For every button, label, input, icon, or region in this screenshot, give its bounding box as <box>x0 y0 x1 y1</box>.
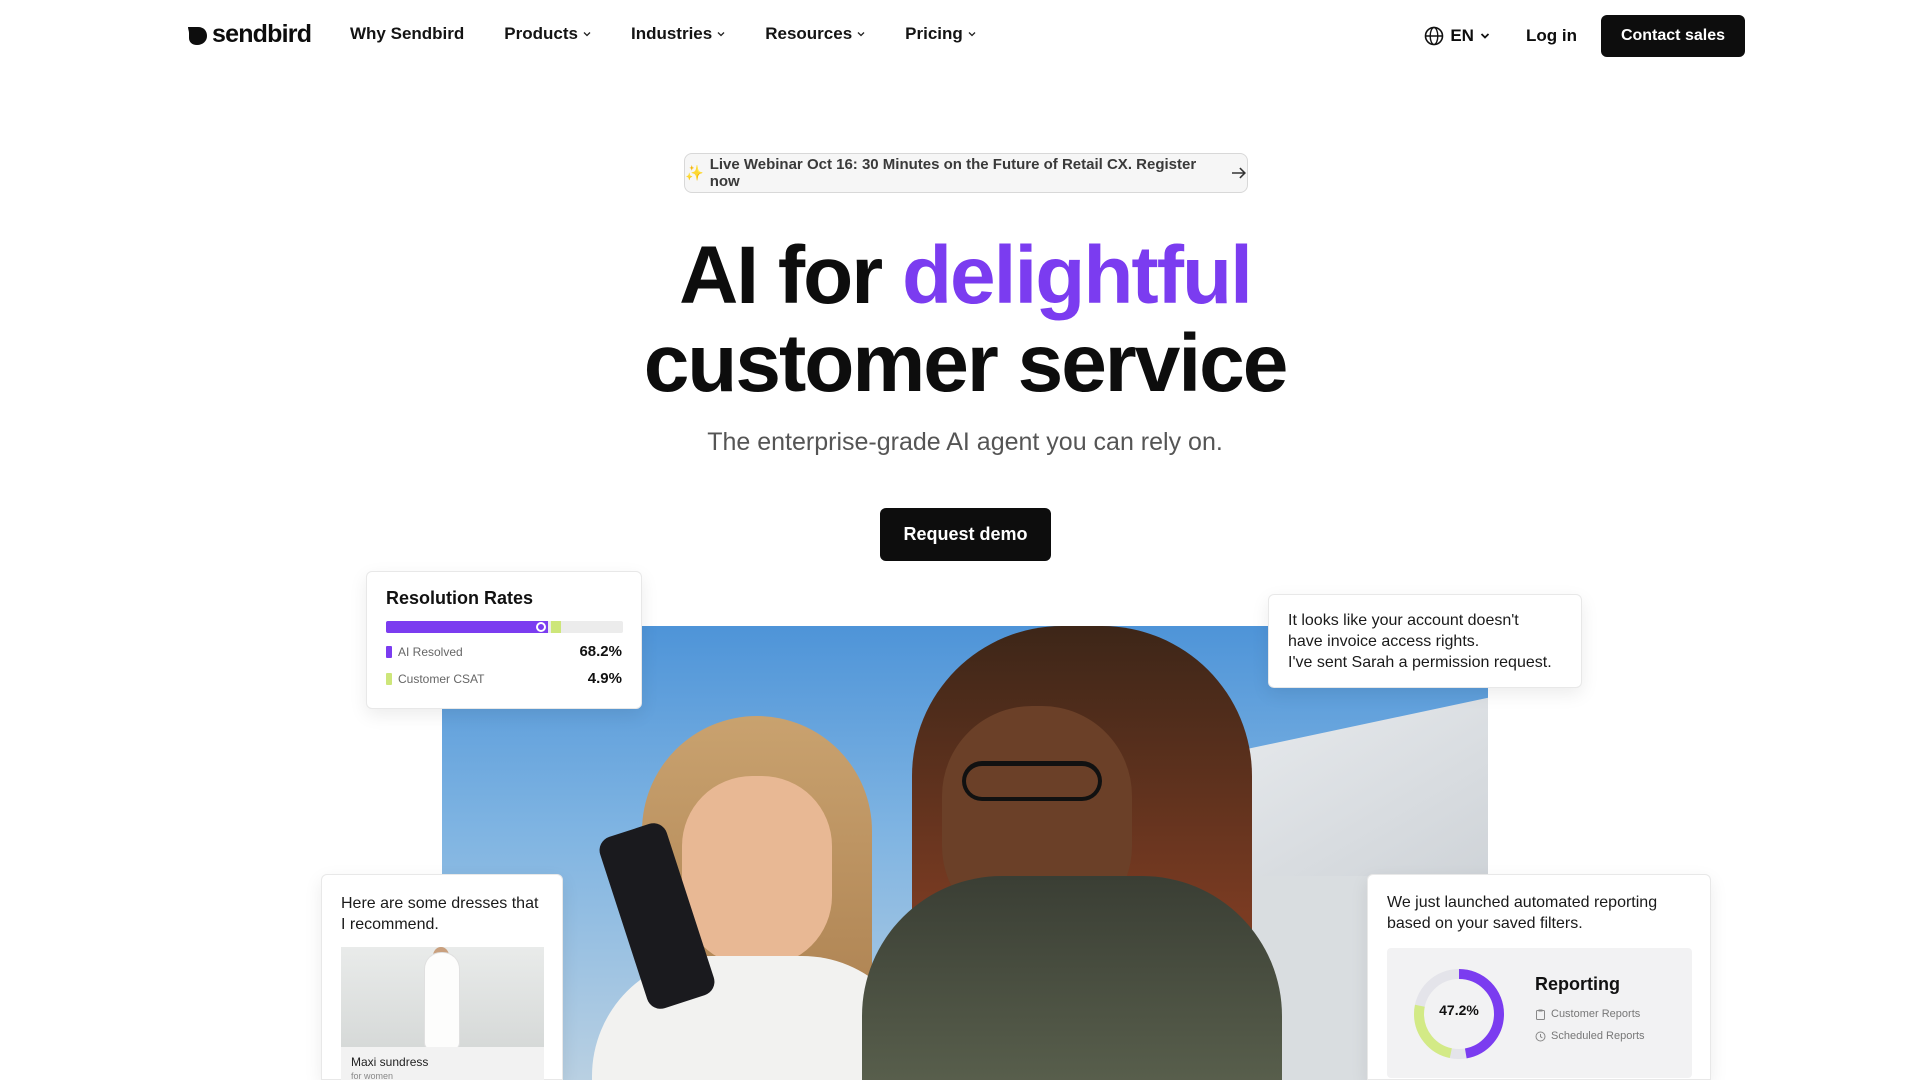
hero-title-part1: AI for <box>679 230 902 321</box>
reporting-value: 47.2% <box>1439 1002 1479 1018</box>
nav-why-sendbird[interactable]: Why Sendbird <box>350 24 464 44</box>
reporting-title: Reporting <box>1535 974 1620 994</box>
ai-resolved-value: 68.2% <box>579 643 622 660</box>
reporting-card: We just launched automated reporting bas… <box>1367 874 1711 1080</box>
resolution-rates-card: Resolution Rates AI Resolved 68.2% Custo… <box>366 571 642 709</box>
hero-title-accent: delightful <box>901 230 1253 321</box>
webinar-banner-text: Live Webinar Oct 16: 30 Minutes on the F… <box>709 156 1197 190</box>
customer-reports-item[interactable]: Customer Reports <box>1535 1008 1640 1020</box>
sparkles-icon: ✨ <box>685 165 704 182</box>
product-name: Maxi sundress <box>351 1055 429 1069</box>
nav-why-sendbird-label: Why Sendbird <box>350 24 465 43</box>
nav-right: EN Log in Contact sales <box>1424 15 1745 57</box>
dress-message-line-1: Here are some dresses that <box>341 895 539 912</box>
top-navigation: sendbird Why Sendbird Products Industrie… <box>0 0 1920 72</box>
scheduled-reports-label: Scheduled Reports <box>1551 1030 1645 1042</box>
globe-icon <box>1425 26 1444 46</box>
dress-message-line-2: I recommend. <box>341 916 439 933</box>
reporting-widget: 47.2% Reporting Customer Reports Schedul… <box>1387 948 1692 1078</box>
hero-subtitle: The enterprise-grade AI agent you can re… <box>707 428 1223 456</box>
account-message-line-1: It looks like your account doesn't <box>1288 612 1519 629</box>
hero-title: AI for delightful customer service <box>0 232 1920 408</box>
legend-ai-resolved: AI Resolved 68.2% <box>386 643 622 660</box>
account-message-card: It looks like your account doesn't have … <box>1268 594 1582 688</box>
request-demo-button[interactable]: Request demo <box>880 508 1051 561</box>
login-link[interactable]: Log in <box>1526 26 1577 46</box>
language-selector[interactable]: EN <box>1424 26 1490 46</box>
nav-industries-label: Industries <box>630 24 713 43</box>
resolution-rates-title: Resolution Rates <box>386 588 534 608</box>
sendbird-logo-icon <box>188 26 207 45</box>
legend-customer-csat: Customer CSAT 4.9% <box>386 670 622 687</box>
nav-products[interactable]: Products <box>504 24 591 44</box>
customer-csat-value: 4.9% <box>587 670 622 687</box>
chevron-down-icon <box>1480 33 1490 39</box>
resolution-progress-bar <box>386 621 623 633</box>
nav-pricing-label: Pricing <box>905 24 963 43</box>
sendbird-logo[interactable]: sendbird <box>186 20 312 49</box>
customer-reports-label: Customer Reports <box>1551 1008 1641 1020</box>
chevron-down-icon <box>857 32 865 37</box>
clock-icon <box>1535 1031 1546 1041</box>
webinar-banner[interactable]: ✨ Live Webinar Oct 16: 30 Minutes on the… <box>684 153 1248 193</box>
nav-resources[interactable]: Resources <box>765 24 865 44</box>
nav-products-label: Products <box>504 24 578 43</box>
nav-industries[interactable]: Industries <box>631 24 725 44</box>
account-message-line-3: I've sent Sarah a permission request. <box>1288 654 1552 671</box>
chevron-down-icon <box>968 32 976 37</box>
chevron-down-icon <box>583 32 591 37</box>
reporting-message-line-2: based on your saved filters. <box>1387 915 1583 932</box>
chevron-down-icon <box>717 32 725 37</box>
scheduled-reports-item[interactable]: Scheduled Reports <box>1535 1030 1645 1042</box>
clipboard-icon <box>1536 1009 1545 1020</box>
dress-recommendation-card: Here are some dresses that I recommend. … <box>321 874 563 1080</box>
brand-name: sendbird <box>212 20 312 48</box>
language-label: EN <box>1450 26 1474 45</box>
contact-sales-button[interactable]: Contact sales <box>1600 15 1745 57</box>
dress-product-caption: Maxi sundress for women <box>341 1047 544 1080</box>
account-message-line-2: have invoice access rights. <box>1288 633 1480 650</box>
ai-resolved-label: AI Resolved <box>398 644 463 659</box>
dress-product-image[interactable] <box>341 947 544 1047</box>
product-subtitle: for women <box>351 1071 394 1080</box>
customer-csat-label: Customer CSAT <box>398 671 485 686</box>
arrow-right-icon <box>1232 167 1247 179</box>
nav-pricing[interactable]: Pricing <box>905 24 976 44</box>
nav-resources-label: Resources <box>765 24 853 43</box>
hero-title-part2: customer service <box>643 318 1289 409</box>
reporting-message-line-1: We just launched automated reporting <box>1387 894 1658 911</box>
nav-links: Why Sendbird Products Industries Resourc… <box>350 24 1016 44</box>
